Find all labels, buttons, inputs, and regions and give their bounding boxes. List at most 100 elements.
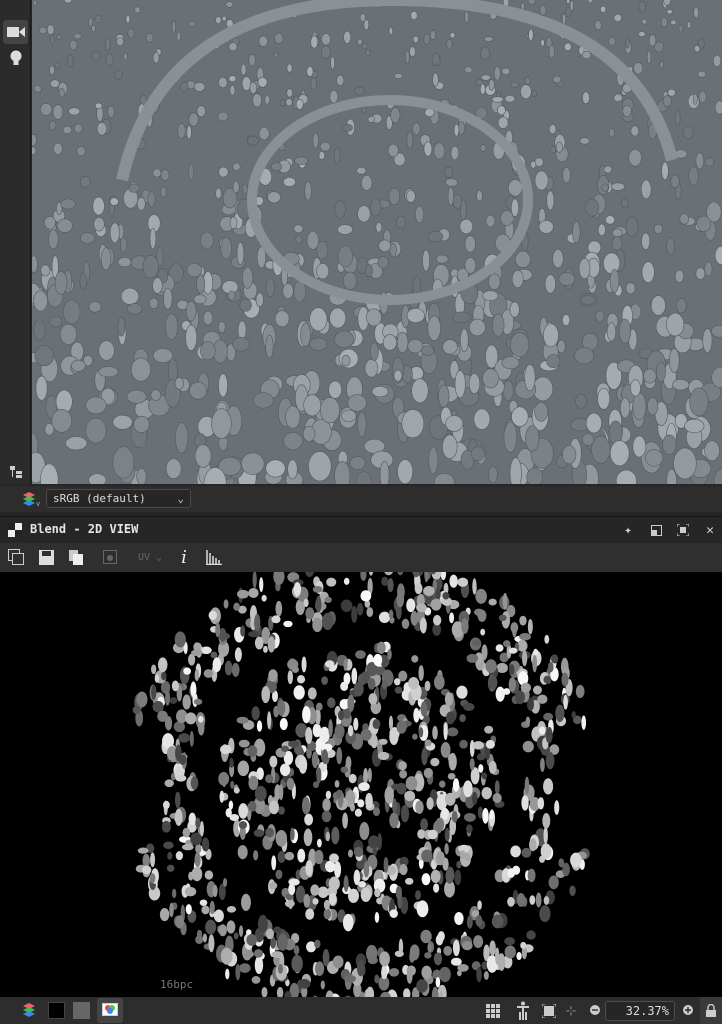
pebble xyxy=(49,315,63,328)
pebble-mask xyxy=(424,680,431,692)
pebble-mask xyxy=(454,911,464,926)
pebble xyxy=(221,15,227,22)
pebble-mask xyxy=(279,717,288,731)
pebble xyxy=(650,295,666,316)
zoom-level-field[interactable]: 32.37% xyxy=(605,1001,675,1021)
pebble xyxy=(270,162,282,172)
background-black-swatch[interactable] xyxy=(48,1002,65,1019)
pebble xyxy=(421,345,435,356)
pebble-mask xyxy=(164,779,174,788)
pebble xyxy=(334,330,354,349)
pebble xyxy=(406,307,425,324)
channels-icon[interactable] xyxy=(20,1001,44,1019)
pebble-mask xyxy=(411,655,419,663)
grid-icon[interactable] xyxy=(484,1002,502,1020)
pebble xyxy=(125,14,131,24)
pebble xyxy=(510,81,520,88)
pebble xyxy=(597,387,611,410)
pebble-mask xyxy=(189,730,194,747)
pebble-mask xyxy=(562,862,570,877)
pin-icon[interactable]: ✦ xyxy=(620,522,636,538)
pebble-mask xyxy=(423,767,434,779)
2d-viewport[interactable] xyxy=(0,572,722,997)
pebble xyxy=(342,271,357,290)
pebble xyxy=(688,166,699,186)
center-view-icon[interactable]: ⊹ xyxy=(562,1002,580,1020)
pebble xyxy=(32,146,37,155)
pebble-mask xyxy=(372,719,381,730)
scene-tree-icon[interactable] xyxy=(3,460,28,484)
maximize-icon[interactable] xyxy=(675,522,691,538)
pebble-mask xyxy=(201,905,210,915)
pebble-mask xyxy=(389,728,399,746)
pebble xyxy=(370,198,382,217)
pebble-mask xyxy=(445,792,456,806)
pebble xyxy=(630,125,640,137)
pebble-mask xyxy=(443,722,448,741)
pebble-mask xyxy=(222,878,228,887)
pebble-mask xyxy=(298,756,308,774)
pebble xyxy=(62,299,81,325)
pebble xyxy=(249,81,258,95)
pebble-mask xyxy=(520,941,527,949)
fit-view-icon[interactable] xyxy=(540,1002,558,1020)
pebble-mask xyxy=(353,717,359,731)
pebble-mask xyxy=(492,793,502,804)
pebble-mask xyxy=(452,939,460,957)
pebble-mask xyxy=(194,852,201,868)
pebble xyxy=(433,142,445,160)
pebble-mask xyxy=(251,706,260,721)
display-settings-icon[interactable] xyxy=(100,548,120,566)
close-icon[interactable]: ✕ xyxy=(702,522,718,538)
pebble-mask xyxy=(212,884,218,897)
zoom-in-icon[interactable] xyxy=(681,1003,695,1017)
pebble-mask xyxy=(297,848,306,863)
save-icon[interactable] xyxy=(36,548,56,566)
pebble-mask xyxy=(419,617,427,634)
pebble xyxy=(446,38,453,50)
pebble-mask xyxy=(527,698,535,711)
3d-viewport[interactable] xyxy=(32,0,722,484)
pebble xyxy=(35,375,48,401)
pebble-mask xyxy=(248,587,259,599)
pebble xyxy=(295,98,304,110)
camera-icon[interactable] xyxy=(3,20,28,44)
info-button[interactable]: i xyxy=(176,546,192,568)
pebble-mask xyxy=(184,886,197,897)
rgb-display-toggle[interactable] xyxy=(97,998,123,1023)
float-panel-icon[interactable] xyxy=(648,522,664,538)
background-gray-swatch[interactable] xyxy=(73,1002,90,1019)
pebble xyxy=(109,222,120,244)
copy-icon[interactable] xyxy=(66,548,86,566)
lightbulb-icon[interactable] xyxy=(3,46,28,70)
pebble xyxy=(608,36,616,46)
pebble xyxy=(247,135,259,146)
pebble xyxy=(287,459,298,480)
pebble-mask xyxy=(447,772,456,780)
lock-icon[interactable] xyxy=(700,997,722,1024)
pebble-mask xyxy=(277,933,288,951)
colorspace-dropdown[interactable]: sRGB (default) ⌄ xyxy=(46,489,191,508)
pebble-mask xyxy=(265,774,274,784)
pebble-mask xyxy=(421,873,431,886)
pebble-mask xyxy=(204,870,214,880)
export-icon[interactable] xyxy=(6,548,26,566)
pebble xyxy=(569,0,574,12)
real-size-icon[interactable] xyxy=(514,1000,534,1022)
pebble-mask xyxy=(317,886,329,899)
pebble-mask xyxy=(288,740,300,748)
histogram-icon[interactable] xyxy=(204,548,224,566)
pebble xyxy=(546,190,555,211)
pebble xyxy=(628,148,642,167)
pebble-mask xyxy=(161,671,167,681)
pebble-mask xyxy=(261,594,267,602)
zoom-out-icon[interactable] xyxy=(588,1003,602,1017)
uv-dropdown[interactable]: UV ⌄ xyxy=(132,548,168,566)
pebble xyxy=(328,380,342,399)
pebble xyxy=(603,252,621,274)
pebble xyxy=(595,310,605,323)
pebble xyxy=(613,13,623,23)
pebble xyxy=(180,81,189,92)
pebble xyxy=(526,467,544,484)
layers-icon[interactable]: v xyxy=(20,490,44,508)
